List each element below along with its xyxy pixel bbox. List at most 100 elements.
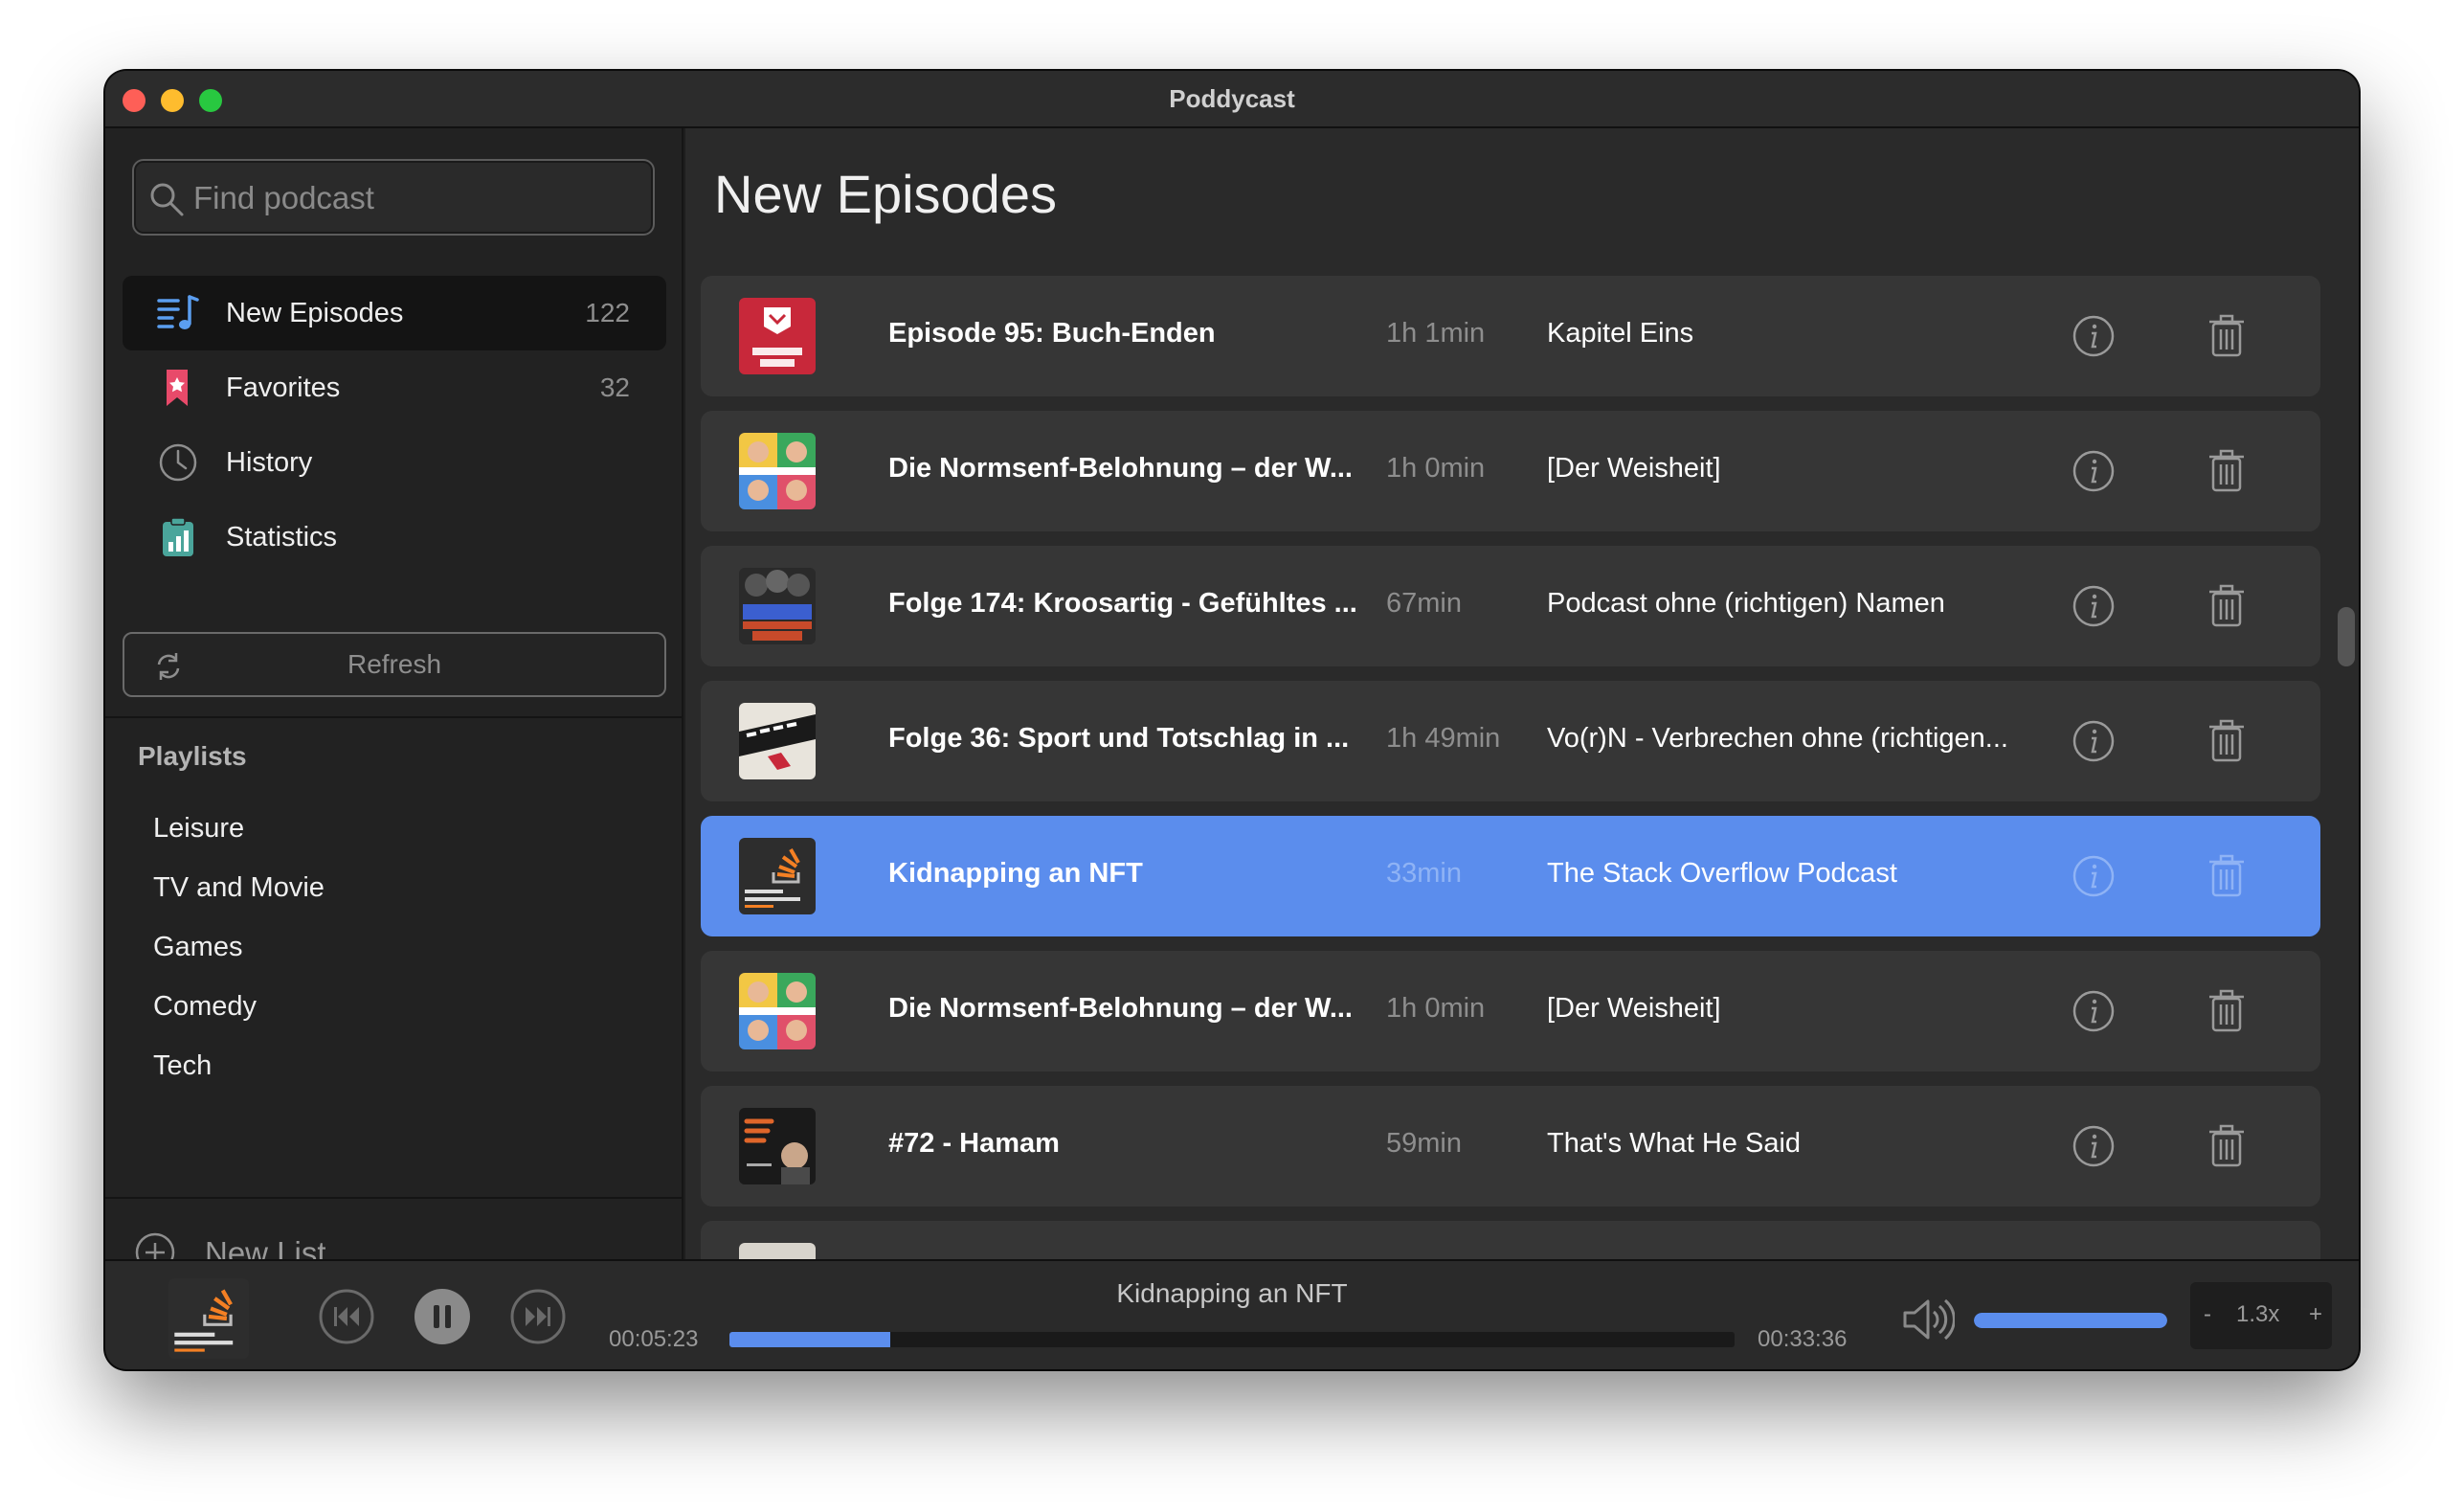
divider	[105, 716, 682, 718]
sidebar-item-label: Favorites	[226, 372, 341, 403]
search-box[interactable]	[132, 159, 655, 236]
volume-icon[interactable]	[1901, 1297, 1955, 1342]
progress-fill	[729, 1332, 890, 1347]
episode-podcast-name: [Der Weisheit]	[1547, 453, 1721, 484]
total-time: 00:33:36	[1758, 1326, 1848, 1352]
app-window: Poddycast Find podcast New Episodes 122 …	[105, 71, 2359, 1369]
info-icon[interactable]	[2072, 1124, 2116, 1168]
sidebar-nav: New Episodes 122 Favorites 32 History St…	[123, 276, 666, 575]
chart-clipboard-icon	[163, 517, 193, 556]
sidebar-item-history[interactable]: History	[123, 425, 666, 500]
playlist-item[interactable]: Leisure	[153, 799, 325, 858]
music-list-icon	[157, 295, 199, 329]
clock-icon	[159, 443, 197, 482]
episode-row[interactable]: Die Normsenf-Belohnung – der W... 1h 0mi…	[701, 411, 2320, 531]
playlist-item[interactable]: Comedy	[153, 977, 325, 1036]
episode-row[interactable]: Folge 174: Kroosartig - Gefühltes ... 67…	[701, 546, 2320, 666]
episode-duration: 1h 1min	[1386, 318, 1486, 349]
trash-icon[interactable]	[2207, 1124, 2246, 1168]
playlists-heading: Playlists	[138, 741, 247, 771]
volume-slider[interactable]	[1974, 1313, 2167, 1328]
trash-icon[interactable]	[2207, 584, 2246, 628]
scrollbar-thumb[interactable]	[2338, 607, 2355, 666]
elapsed-time: 00:05:23	[609, 1326, 699, 1352]
episode-row[interactable]: Die Normsenf-Belohnung – der W... 1h 0mi…	[701, 951, 2320, 1071]
episode-title: Kidnapping an NFT	[888, 858, 1143, 889]
playlist-list: Leisure TV and Movie Games Comedy Tech	[153, 799, 325, 1095]
episode-row-selected[interactable]: Kidnapping an NFT 33min The Stack Overfl…	[701, 816, 2320, 936]
episode-podcast-name: The Stack Overflow Podcast	[1547, 858, 1897, 889]
search-input[interactable]	[193, 174, 634, 222]
title-bar: Poddycast	[105, 71, 2359, 128]
playback-speed-control: - 1.3x +	[2190, 1282, 2332, 1349]
bookmark-icon	[167, 370, 188, 406]
sidebar-item-label: Statistics	[226, 521, 338, 553]
episode-title: Die Normsenf-Belohnung – der W...	[888, 993, 1353, 1024]
episode-title: Die Normsenf-Belohnung – der W...	[888, 453, 1353, 484]
trash-icon[interactable]	[2207, 854, 2246, 898]
podcast-ohne-namen-art	[739, 568, 816, 644]
divider	[105, 1197, 682, 1199]
episode-duration: 1h 0min	[1386, 453, 1486, 484]
episode-title: Folge 174: Kroosartig - Gefühltes ...	[888, 588, 1357, 619]
info-icon[interactable]	[2072, 584, 2116, 628]
window-title: Poddycast	[1169, 84, 1295, 113]
episode-title: Episode 95: Buch-Enden	[888, 318, 1216, 349]
sidebar-item-statistics[interactable]: Statistics	[123, 500, 666, 575]
episode-podcast-name: Kapitel Eins	[1547, 318, 1694, 349]
episode-row[interactable]: Episode 95: Buch-Enden 1h 1min Kapitel E…	[701, 276, 2320, 396]
episode-podcast-name: That's What He Said	[1547, 1128, 1802, 1159]
speed-value: 1.3x	[2236, 1301, 2280, 1327]
progress-bar[interactable]	[729, 1332, 1735, 1347]
playlist-item[interactable]: Games	[153, 917, 325, 977]
info-icon[interactable]	[2072, 719, 2116, 763]
vorn-art	[739, 703, 816, 779]
episode-row[interactable]: #72 - Hamam 59min That's What He Said	[701, 1086, 2320, 1207]
info-icon[interactable]	[2072, 314, 2116, 358]
trash-icon[interactable]	[2207, 719, 2246, 763]
main-content: New Episodes Episode 95: Buch-Enden 1h 1…	[685, 128, 2359, 1259]
now-playing-title: Kidnapping an NFT	[1116, 1278, 1348, 1308]
episode-podcast-name: Vo(r)N - Verbrechen ohne (richtigen...	[1547, 723, 2008, 754]
sidebar-item-new-episodes[interactable]: New Episodes 122	[123, 276, 666, 350]
new-episodes-count: 122	[585, 298, 630, 327]
info-icon[interactable]	[2072, 989, 2116, 1033]
episode-title: #72 - Hamam	[888, 1128, 1060, 1159]
info-icon[interactable]	[2072, 449, 2116, 493]
kapitel-eins-art	[739, 298, 816, 374]
episode-podcast-name: Podcast ohne (richtigen) Namen	[1547, 588, 1945, 619]
episode-duration: 1h 0min	[1386, 993, 1486, 1024]
podcast-art	[739, 1243, 816, 1259]
search-icon	[150, 183, 184, 216]
playlist-item[interactable]: TV and Movie	[153, 858, 325, 917]
page-title: New Episodes	[714, 164, 1057, 224]
der-weisheit-art	[739, 973, 816, 1049]
trash-icon[interactable]	[2207, 314, 2246, 358]
episode-podcast-name: [Der Weisheit]	[1547, 993, 1721, 1024]
speed-increase-button[interactable]: +	[2309, 1301, 2322, 1328]
favorites-count: 32	[599, 372, 630, 402]
episode-duration: 59min	[1386, 1128, 1462, 1159]
episode-duration: 67min	[1386, 588, 1462, 619]
stack-overflow-art	[739, 838, 816, 914]
volume-fill	[1974, 1313, 2167, 1328]
player-bar: Kidnapping an NFT 00:05:23 00:33:36 - 1.…	[105, 1259, 2359, 1369]
episode-row[interactable]	[701, 1221, 2320, 1259]
refresh-label: Refresh	[347, 649, 442, 679]
sidebar: New Episodes 122 Favorites 32 History	[105, 128, 683, 1273]
playlist-item[interactable]: Tech	[153, 1036, 325, 1095]
episode-duration: 33min	[1386, 858, 1462, 889]
episode-row[interactable]: Folge 36: Sport und Totschlag in ... 1h …	[701, 681, 2320, 801]
der-weisheit-art	[739, 433, 816, 509]
trash-icon[interactable]	[2207, 449, 2246, 493]
info-icon[interactable]	[2072, 854, 2116, 898]
episode-title: Folge 36: Sport und Totschlag in ...	[888, 723, 1350, 754]
sidebar-item-favorites[interactable]: Favorites 32	[123, 350, 666, 425]
refresh-button[interactable]: Refresh	[123, 632, 666, 697]
sidebar-item-label: History	[226, 446, 313, 478]
sidebar-item-label: New Episodes	[226, 297, 404, 328]
trash-icon[interactable]	[2207, 989, 2246, 1033]
episode-duration: 1h 49min	[1386, 723, 1501, 754]
thats-what-he-said-art	[739, 1108, 816, 1184]
speed-decrease-button[interactable]: -	[2204, 1301, 2211, 1328]
